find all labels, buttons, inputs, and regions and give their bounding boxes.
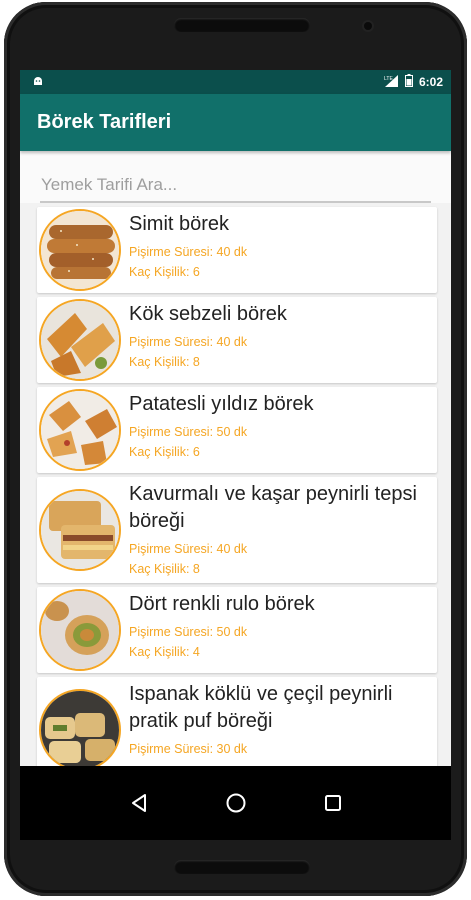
recipe-info: Ispanak köklü ve çeçil peynirli pratik p… bbox=[129, 677, 437, 766]
recipe-title: Dört renkli rulo börek bbox=[129, 593, 315, 615]
recipe-title: Kök sebzeli börek bbox=[129, 303, 287, 325]
status-bar: LTE 6:02 bbox=[20, 70, 451, 94]
app-bar: Börek Tarifleri bbox=[20, 94, 451, 151]
recipe-info: Dört renkli rulo börek Pişirme Süresi: 5… bbox=[129, 587, 437, 673]
search-container bbox=[20, 151, 451, 203]
status-icons: LTE 6:02 bbox=[383, 74, 443, 91]
recipe-servings: Kaç Kişilik: 8 bbox=[129, 562, 200, 576]
battery-icon bbox=[404, 74, 413, 90]
recipe-servings: Kaç Kişilik: 4 bbox=[129, 645, 200, 659]
recipe-thumbnail bbox=[39, 689, 121, 766]
recipe-list: Simit börek Pişirme Süresi: 40 dk Kaç Ki… bbox=[20, 203, 451, 766]
content-area: Simit börek Pişirme Süresi: 40 dk Kaç Ki… bbox=[20, 151, 451, 766]
android-icon bbox=[32, 75, 44, 90]
top-speaker bbox=[174, 18, 310, 32]
recipe-cook-time: Pişirme Süresi: 30 dk bbox=[129, 742, 248, 756]
app-title: Börek Tarifleri bbox=[37, 111, 172, 133]
recipe-info: Kök sebzeli börek Pişirme Süresi: 40 dk … bbox=[129, 297, 437, 383]
recipe-cook-time: Pişirme Süresi: 40 dk bbox=[129, 542, 248, 556]
recipe-card[interactable]: Patatesli yıldız börek Pişirme Süresi: 5… bbox=[37, 387, 437, 473]
front-camera bbox=[364, 22, 372, 30]
recipe-title: Simit börek bbox=[129, 213, 230, 235]
status-time: 6:02 bbox=[418, 75, 443, 89]
recipe-card[interactable]: Dört renkli rulo börek Pişirme Süresi: 5… bbox=[37, 587, 437, 673]
recipe-cook-time: Pişirme Süresi: 50 dk bbox=[129, 625, 248, 639]
recipe-card[interactable]: Simit börek Pişirme Süresi: 40 dk Kaç Ki… bbox=[37, 207, 437, 293]
navigation-bar bbox=[20, 766, 451, 840]
recipe-cook-time: Pişirme Süresi: 50 dk bbox=[129, 425, 248, 439]
recipe-title: Kavurmalı ve kaşar peynirli tepsi böreği bbox=[129, 483, 417, 532]
svg-text:LTE: LTE bbox=[384, 76, 393, 82]
recipe-title: Ispanak köklü ve çeçil peynirli pratik p… bbox=[129, 683, 393, 732]
screen: LTE 6:02 Börek Tarifleri Simit börek Piş… bbox=[20, 70, 451, 840]
recipe-info: Simit börek Pişirme Süresi: 40 dk Kaç Ki… bbox=[129, 207, 437, 293]
lte-signal-icon: LTE bbox=[383, 74, 399, 91]
recipe-thumbnail bbox=[39, 389, 121, 471]
home-icon[interactable] bbox=[216, 783, 256, 823]
recipe-thumbnail bbox=[39, 209, 121, 291]
search-input[interactable] bbox=[40, 175, 431, 203]
recipe-cook-time: Pişirme Süresi: 40 dk bbox=[129, 245, 248, 259]
recipe-thumbnail bbox=[39, 299, 121, 381]
recipe-servings: Kaç Kişilik: 6 bbox=[129, 265, 200, 279]
recipe-cook-time: Pişirme Süresi: 40 dk bbox=[129, 335, 248, 349]
recipe-thumbnail bbox=[39, 489, 121, 571]
recipe-card[interactable]: Kök sebzeli börek Pişirme Süresi: 40 dk … bbox=[37, 297, 437, 383]
recipe-info: Kavurmalı ve kaşar peynirli tepsi böreği… bbox=[129, 477, 437, 583]
recipe-card[interactable]: Kavurmalı ve kaşar peynirli tepsi böreği… bbox=[37, 477, 437, 583]
recipe-servings: Kaç Kişilik: 6 bbox=[129, 445, 200, 459]
recipe-title: Patatesli yıldız börek bbox=[129, 393, 314, 415]
recipe-thumbnail bbox=[39, 589, 121, 671]
back-icon[interactable] bbox=[119, 783, 159, 823]
recipe-info: Patatesli yıldız börek Pişirme Süresi: 5… bbox=[129, 387, 437, 473]
bottom-speaker bbox=[174, 860, 310, 874]
recipe-servings: Kaç Kişilik: 8 bbox=[129, 355, 200, 369]
recents-icon[interactable] bbox=[313, 783, 353, 823]
recipe-card[interactable]: Ispanak köklü ve çeçil peynirli pratik p… bbox=[37, 677, 437, 766]
